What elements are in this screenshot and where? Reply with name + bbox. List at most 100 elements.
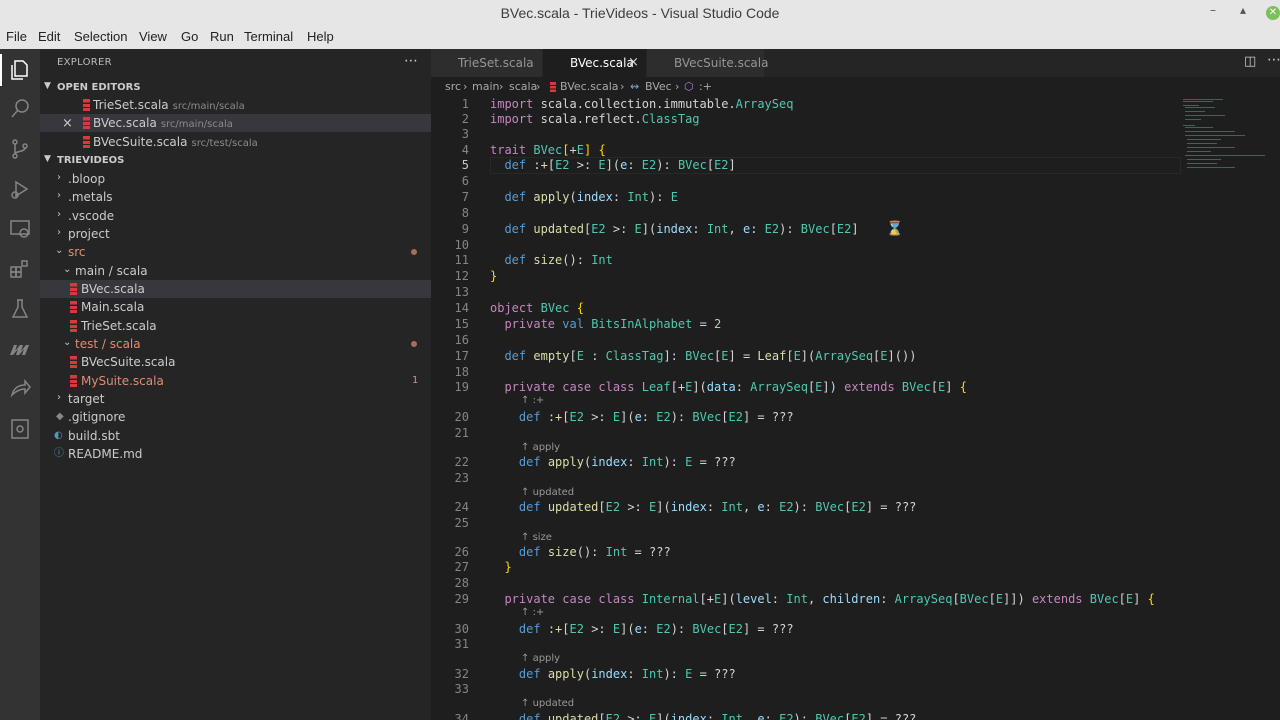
more-actions-icon[interactable]: ⋯ (404, 53, 418, 69)
tree-file[interactable]: BVecSuite.scala (40, 353, 431, 371)
minimap[interactable] (1183, 97, 1273, 187)
code-line: def :+[E2 >: E](e: E2): BVec[E2] (504, 158, 736, 172)
tree-file[interactable]: TrieSet.scala (40, 317, 431, 335)
close-editor-icon[interactable]: × (62, 116, 73, 131)
split-editor-icon[interactable]: ◫ (1244, 54, 1256, 69)
scala-file-icon (70, 320, 77, 332)
explorer-icon[interactable] (0, 54, 32, 86)
menu-run[interactable]: Run (210, 29, 234, 44)
breadcrumb-item[interactable]: BVec.scala (560, 80, 619, 93)
open-editor-item[interactable]: BVecSuite.scala src/test/scala (40, 133, 431, 151)
open-editor-item-active[interactable]: × BVec.scala src/main/scala (40, 114, 431, 132)
line-number: 10 (454, 238, 469, 252)
chevron-down-icon: ⌄ (55, 245, 64, 256)
line-number: 20 (454, 410, 469, 424)
menu-terminal[interactable]: Terminal (244, 29, 293, 44)
maximize-icon[interactable]: ▴ (1240, 3, 1246, 17)
codelens-hint[interactable]: ↑ size (521, 532, 552, 543)
line-number: 25 (454, 516, 469, 530)
chevron-right-icon: › (463, 80, 468, 93)
search-icon[interactable] (8, 97, 32, 121)
tree-folder[interactable]: ⌄ main / scala (40, 262, 431, 280)
explorer-sidebar: EXPLORER ⋯ ▼ OPEN EDITORS TrieSet.scala s… (40, 49, 431, 720)
codelens-hint[interactable]: ↑ updated (521, 487, 574, 498)
metals-icon[interactable] (8, 337, 32, 361)
tab-trieset[interactable]: TrieSet.scala (431, 49, 542, 77)
class-icon: ↭ (630, 80, 640, 93)
code-line: } (490, 269, 498, 283)
tree-folder[interactable]: ⌄ test / scala (40, 335, 431, 353)
codelens-hint[interactable]: ↑ updated (521, 698, 574, 709)
menu-view[interactable]: View (139, 29, 167, 44)
codelens-hint[interactable]: ↑ :+ (521, 395, 544, 406)
testing-icon[interactable] (8, 297, 32, 321)
remote-explorer-icon[interactable] (8, 217, 32, 241)
breadcrumb-item[interactable]: main (472, 80, 499, 93)
code-line: def updated[E2 >: E](index: Int, e: E2):… (518, 712, 917, 720)
tree-folder[interactable]: › target (40, 390, 431, 408)
chevron-down-icon: ⌄ (63, 264, 72, 275)
project-section[interactable]: ▼ TRIEVIDEOS (40, 151, 431, 171)
live-share-icon[interactable] (8, 377, 32, 401)
line-number: 17 (454, 349, 469, 363)
line-number: 11 (454, 253, 469, 267)
extensions-icon[interactable] (8, 257, 32, 281)
menu-help[interactable]: Help (307, 29, 334, 44)
line-number: 22 (454, 455, 469, 469)
code-editor[interactable]: 1 2 3 4 5 6 7 8 9 10 11 12 13 14 15 16 1… (431, 97, 1280, 720)
tree-file[interactable]: ◆ .gitignore (40, 408, 431, 426)
chevron-right-icon: › (57, 227, 61, 238)
tree-file[interactable]: ⓘ README.md (40, 445, 431, 463)
breadcrumb-item[interactable]: :+ (699, 80, 712, 93)
tree-folder[interactable]: › .metals (40, 188, 431, 206)
breadcrumb: src › main › scala › BVec.scala › ↭ BVec… (431, 77, 1280, 97)
menu-file[interactable]: File (6, 29, 27, 44)
tree-file-active[interactable]: BVec.scala (40, 280, 431, 298)
source-control-icon[interactable] (8, 137, 32, 161)
line-number: 18 (454, 365, 469, 379)
menu-selection[interactable]: Selection (74, 29, 127, 44)
codelens-hint[interactable]: ↑ apply (521, 653, 560, 664)
chevron-right-icon: › (499, 80, 504, 93)
code-line: private val BitsInAlphabet = 2 (504, 317, 722, 331)
database-icon[interactable] (8, 417, 32, 441)
open-editors-section[interactable]: ▼ OPEN EDITORS (40, 78, 431, 98)
line-number: 6 (461, 174, 469, 188)
line-number: 3 (461, 127, 469, 141)
code-line: def :+[E2 >: E](e: E2): BVec[E2] = ??? (518, 410, 794, 424)
close-tab-icon[interactable]: × (628, 55, 639, 70)
close-window-icon[interactable]: ✕ (1266, 6, 1280, 20)
open-editor-item[interactable]: TrieSet.scala src/main/scala (40, 96, 431, 114)
tree-folder[interactable]: ⌄ src (40, 243, 431, 261)
run-debug-icon[interactable] (8, 177, 32, 201)
scala-file-icon (70, 375, 77, 387)
scala-file-icon (70, 283, 77, 295)
line-number: 33 (454, 682, 469, 696)
breadcrumb-item[interactable]: src (445, 80, 461, 93)
codelens-hint[interactable]: ↑ :+ (521, 607, 544, 618)
menu-go[interactable]: Go (181, 29, 198, 44)
tree-folder[interactable]: › .vscode (40, 207, 431, 225)
tree-file[interactable]: MySuite.scala 1 (40, 372, 431, 390)
code-line: object BVec { (490, 301, 584, 315)
breadcrumb-item[interactable]: scala (509, 80, 537, 93)
scala-file-icon (550, 82, 556, 92)
codelens-hint[interactable]: ↑ apply (521, 442, 560, 453)
tree-folder[interactable]: › .bloop (40, 170, 431, 188)
tree-file[interactable]: Main.scala (40, 298, 431, 316)
code-line: def size(): Int (504, 253, 613, 267)
scala-file-icon (83, 99, 90, 111)
line-number: 26 (454, 545, 469, 559)
breadcrumb-item[interactable]: BVec (645, 80, 672, 93)
menu-edit[interactable]: Edit (38, 29, 60, 44)
minimize-icon[interactable]: – (1210, 3, 1216, 17)
more-actions-icon[interactable]: ⋯ (1267, 52, 1280, 68)
tab-bvec[interactable]: BVec.scala × (543, 49, 646, 77)
tree-file[interactable]: ◐ build.sbt (40, 427, 431, 445)
code-line: } (504, 560, 512, 574)
tree-folder[interactable]: › project (40, 225, 431, 243)
code-line: def size(): Int = ??? (518, 545, 671, 559)
tab-bvecsuite[interactable]: BVecSuite.scala (647, 49, 768, 77)
sbt-file-icon: ◐ (54, 430, 63, 441)
code-line: trait BVec[+E] { (490, 143, 606, 157)
